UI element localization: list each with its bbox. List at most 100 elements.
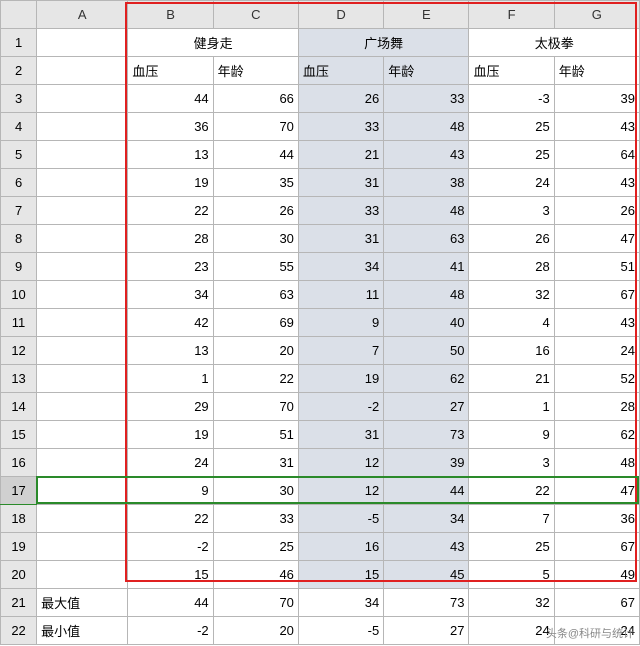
cell-D18[interactable]: -5 bbox=[298, 505, 383, 533]
cell-E14[interactable]: 27 bbox=[384, 393, 469, 421]
cell-A2[interactable] bbox=[37, 57, 128, 85]
cell-D9[interactable]: 34 bbox=[298, 253, 383, 281]
cell-D20[interactable]: 15 bbox=[298, 561, 383, 589]
cell-G18[interactable]: 36 bbox=[554, 505, 639, 533]
cell-F14[interactable]: 1 bbox=[469, 393, 554, 421]
cell-G21[interactable]: 67 bbox=[554, 589, 639, 617]
cell-G10[interactable]: 67 bbox=[554, 281, 639, 309]
cell-C22[interactable]: 20 bbox=[213, 617, 298, 645]
cell-F16[interactable]: 3 bbox=[469, 449, 554, 477]
cell-B12[interactable]: 13 bbox=[128, 337, 213, 365]
cell-C12[interactable]: 20 bbox=[213, 337, 298, 365]
cell-C9[interactable]: 55 bbox=[213, 253, 298, 281]
cell-E9[interactable]: 41 bbox=[384, 253, 469, 281]
cell-B17[interactable]: 9 bbox=[128, 477, 213, 505]
cell-B7[interactable]: 22 bbox=[128, 197, 213, 225]
col-header-F[interactable]: F bbox=[469, 1, 554, 29]
cell-G15[interactable]: 62 bbox=[554, 421, 639, 449]
cell-B22[interactable]: -2 bbox=[128, 617, 213, 645]
col-header-C[interactable]: C bbox=[213, 1, 298, 29]
col-header-B[interactable]: B bbox=[128, 1, 213, 29]
cell-F12[interactable]: 16 bbox=[469, 337, 554, 365]
col-header-G[interactable]: G bbox=[554, 1, 639, 29]
row-header-9[interactable]: 9 bbox=[1, 253, 37, 281]
cell-A19[interactable] bbox=[37, 533, 128, 561]
cell-C11[interactable]: 69 bbox=[213, 309, 298, 337]
cell-F9[interactable]: 28 bbox=[469, 253, 554, 281]
cell-B2[interactable]: 血压 bbox=[128, 57, 213, 85]
cell-C6[interactable]: 35 bbox=[213, 169, 298, 197]
cell-E8[interactable]: 63 bbox=[384, 225, 469, 253]
cell-A10[interactable] bbox=[37, 281, 128, 309]
cell-G19[interactable]: 67 bbox=[554, 533, 639, 561]
cell-F2[interactable]: 血压 bbox=[469, 57, 554, 85]
cell-E4[interactable]: 48 bbox=[384, 113, 469, 141]
cell-A3[interactable] bbox=[37, 85, 128, 113]
cell-E19[interactable]: 43 bbox=[384, 533, 469, 561]
cell-B6[interactable]: 19 bbox=[128, 169, 213, 197]
cell-C16[interactable]: 31 bbox=[213, 449, 298, 477]
row-header-12[interactable]: 12 bbox=[1, 337, 37, 365]
cell-D7[interactable]: 33 bbox=[298, 197, 383, 225]
cell-E13[interactable]: 62 bbox=[384, 365, 469, 393]
cell-group-walk[interactable]: 健身走 bbox=[128, 29, 299, 57]
cell-B5[interactable]: 13 bbox=[128, 141, 213, 169]
select-all-corner[interactable] bbox=[1, 1, 37, 29]
cell-G14[interactable]: 28 bbox=[554, 393, 639, 421]
cell-A5[interactable] bbox=[37, 141, 128, 169]
row-header-17[interactable]: 17 bbox=[1, 477, 37, 505]
cell-D8[interactable]: 31 bbox=[298, 225, 383, 253]
cell-D12[interactable]: 7 bbox=[298, 337, 383, 365]
cell-C21[interactable]: 70 bbox=[213, 589, 298, 617]
cell-E20[interactable]: 45 bbox=[384, 561, 469, 589]
cell-E18[interactable]: 34 bbox=[384, 505, 469, 533]
cell-C2[interactable]: 年龄 bbox=[213, 57, 298, 85]
cell-B4[interactable]: 36 bbox=[128, 113, 213, 141]
cell-B21[interactable]: 44 bbox=[128, 589, 213, 617]
cell-G22[interactable]: 24 bbox=[554, 617, 639, 645]
row-header-13[interactable]: 13 bbox=[1, 365, 37, 393]
cell-F7[interactable]: 3 bbox=[469, 197, 554, 225]
cell-A22-min-label[interactable]: 最小值 bbox=[37, 617, 128, 645]
cell-E17[interactable]: 44 bbox=[384, 477, 469, 505]
cell-B16[interactable]: 24 bbox=[128, 449, 213, 477]
cell-C10[interactable]: 63 bbox=[213, 281, 298, 309]
row-header-15[interactable]: 15 bbox=[1, 421, 37, 449]
cell-F10[interactable]: 32 bbox=[469, 281, 554, 309]
cell-D2[interactable]: 血压 bbox=[298, 57, 383, 85]
cell-B19[interactable]: -2 bbox=[128, 533, 213, 561]
cell-E15[interactable]: 73 bbox=[384, 421, 469, 449]
row-header-2[interactable]: 2 bbox=[1, 57, 37, 85]
cell-D17[interactable]: 12 bbox=[298, 477, 383, 505]
cell-F3[interactable]: -3 bbox=[469, 85, 554, 113]
cell-G13[interactable]: 52 bbox=[554, 365, 639, 393]
cell-group-taichi[interactable]: 太极拳 bbox=[469, 29, 640, 57]
row-header-16[interactable]: 16 bbox=[1, 449, 37, 477]
cell-B11[interactable]: 42 bbox=[128, 309, 213, 337]
cell-D4[interactable]: 33 bbox=[298, 113, 383, 141]
cell-A4[interactable] bbox=[37, 113, 128, 141]
cell-A15[interactable] bbox=[37, 421, 128, 449]
cell-E21[interactable]: 73 bbox=[384, 589, 469, 617]
cell-D21[interactable]: 34 bbox=[298, 589, 383, 617]
cell-D19[interactable]: 16 bbox=[298, 533, 383, 561]
cell-E11[interactable]: 40 bbox=[384, 309, 469, 337]
cell-D5[interactable]: 21 bbox=[298, 141, 383, 169]
cell-A13[interactable] bbox=[37, 365, 128, 393]
row-header-18[interactable]: 18 bbox=[1, 505, 37, 533]
cell-G20[interactable]: 49 bbox=[554, 561, 639, 589]
cell-E22[interactable]: 27 bbox=[384, 617, 469, 645]
cell-F6[interactable]: 24 bbox=[469, 169, 554, 197]
col-header-D[interactable]: D bbox=[298, 1, 383, 29]
cell-G11[interactable]: 43 bbox=[554, 309, 639, 337]
cell-G9[interactable]: 51 bbox=[554, 253, 639, 281]
cell-C7[interactable]: 26 bbox=[213, 197, 298, 225]
cell-B20[interactable]: 15 bbox=[128, 561, 213, 589]
row-header-4[interactable]: 4 bbox=[1, 113, 37, 141]
cell-A6[interactable] bbox=[37, 169, 128, 197]
cell-B15[interactable]: 19 bbox=[128, 421, 213, 449]
col-header-A[interactable]: A bbox=[37, 1, 128, 29]
cell-C5[interactable]: 44 bbox=[213, 141, 298, 169]
row-header-1[interactable]: 1 bbox=[1, 29, 37, 57]
cell-E16[interactable]: 39 bbox=[384, 449, 469, 477]
